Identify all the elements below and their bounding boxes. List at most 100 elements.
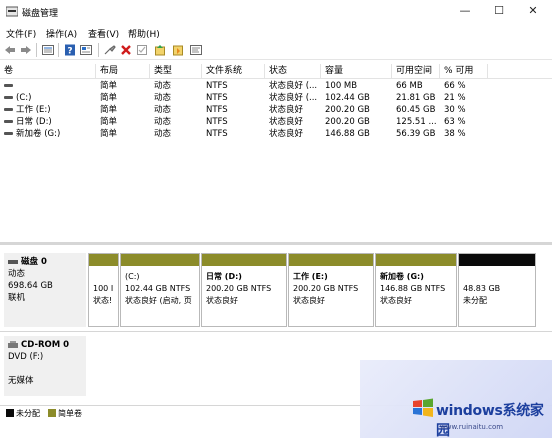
layout-cell: 简单 — [100, 105, 118, 115]
drive-icon — [4, 108, 13, 111]
windows-logo-icon — [413, 398, 433, 417]
properties-icon[interactable] — [80, 44, 92, 56]
volume-cell: 日常 (D:) — [0, 116, 96, 128]
menu-view[interactable]: 查看(V) — [88, 27, 119, 40]
column-percent-free[interactable]: % 可用 — [440, 64, 488, 79]
column-status[interactable]: 状态 — [265, 64, 321, 79]
type-cell: 动态 — [154, 129, 172, 139]
partition-g[interactable]: 新加卷 (G:) 146.88 GB NTFS 状态良好 — [375, 253, 457, 327]
volume-list: 卷 布局 类型 文件系统 状态 容量 可用空间 % 可用 简单 动态 NTFS … — [0, 64, 552, 242]
menu-action[interactable]: 操作(A) — [46, 27, 77, 40]
capacity-cell: 200.20 GB — [325, 117, 370, 127]
table-row[interactable]: 新加卷 (G:) 简单 动态 NTFS 状态良好 146.88 GB 56.39… — [0, 128, 552, 140]
partition-e[interactable]: 工作 (E:) 200.20 GB NTFS 状态良好 — [288, 253, 374, 327]
partition-bar-simple — [121, 254, 199, 266]
column-capacity[interactable]: 容量 — [321, 64, 392, 79]
cdrom-media: 无媒体 — [8, 376, 34, 386]
partition-status: 状态良好 — [206, 296, 238, 305]
check-icon[interactable] — [136, 44, 148, 56]
partition-bar-simple — [202, 254, 286, 266]
table-row[interactable]: 简单 动态 NTFS 状态良好 (... 100 MB 66 MB 66 % — [0, 80, 552, 92]
type-cell: 动态 — [154, 105, 172, 115]
status-cell: 状态良好 — [269, 129, 304, 139]
partition-system[interactable]: 100 I 状态! — [88, 253, 119, 327]
simple-volume-swatch — [48, 409, 56, 417]
partition-status: 状态! — [93, 296, 113, 305]
watermark-url: www.ruinaitu.com — [440, 423, 504, 431]
capacity-cell: 200.20 GB — [325, 105, 370, 115]
table-row[interactable]: (C:) 简单 动态 NTFS 状态良好 (... 102.44 GB 21.8… — [0, 92, 552, 104]
unallocated-swatch — [6, 409, 14, 417]
partition-status: 未分配 — [463, 296, 487, 305]
status-cell: 状态良好 (... — [269, 81, 318, 91]
column-volume[interactable]: 卷 — [0, 64, 96, 79]
disk-management-app-icon — [6, 6, 18, 17]
status-cell: 状态良好 — [269, 105, 304, 115]
connect-icon[interactable] — [104, 44, 116, 56]
layout-cell: 简单 — [100, 93, 118, 103]
cdrom-drive: DVD (F:) — [8, 352, 44, 362]
rescan-icon[interactable] — [172, 44, 184, 56]
partition-d[interactable]: 日常 (D:) 200.20 GB NTFS 状态良好 — [201, 253, 287, 327]
partition-status: 状态良好 — [380, 296, 412, 305]
disk-state: 联机 — [8, 293, 26, 303]
minimize-button[interactable]: — — [448, 0, 482, 24]
percent-free-cell: 30 % — [444, 105, 466, 115]
capacity-cell: 102.44 GB — [325, 93, 370, 103]
filesystem-cell: NTFS — [206, 117, 228, 127]
partition-label: 新加卷 (G:) — [380, 272, 424, 281]
free-space-cell: 125.51 ... — [396, 117, 437, 127]
title-bar: 磁盘管理 — ☐ ✕ — [0, 0, 552, 24]
new-volume-icon[interactable] — [154, 44, 166, 56]
watermark-title: windows系统家园 — [436, 403, 544, 438]
volume-cell — [0, 80, 96, 92]
cdrom-name: CD-ROM 0 — [21, 340, 70, 350]
partition-size: 102.44 GB NTFS — [125, 284, 191, 293]
disk-name: 磁盘 0 — [21, 257, 47, 267]
forward-icon[interactable] — [20, 44, 32, 56]
partition-size: 100 I — [93, 284, 114, 293]
table-row[interactable]: 日常 (D:) 简单 动态 NTFS 状态良好 200.20 GB 125.51… — [0, 116, 552, 128]
back-icon[interactable] — [4, 44, 16, 56]
table-row[interactable]: 工作 (E:) 简单 动态 NTFS 状态良好 200.20 GB 60.45 … — [0, 104, 552, 116]
partition-bar-simple — [289, 254, 373, 266]
filesystem-cell: NTFS — [206, 81, 228, 91]
maximize-button[interactable]: ☐ — [482, 0, 516, 24]
refresh-icon[interactable] — [190, 44, 202, 56]
close-button[interactable]: ✕ — [516, 0, 550, 24]
free-space-cell: 56.39 GB — [396, 129, 436, 139]
drive-icon — [4, 132, 13, 135]
list-icon[interactable] — [42, 44, 54, 56]
type-cell: 动态 — [154, 81, 172, 91]
column-layout[interactable]: 布局 — [96, 64, 150, 79]
cdrom-0-label[interactable]: CD-ROM 0 DVD (F:) 无媒体 — [4, 336, 86, 396]
partition-c[interactable]: (C:) 102.44 GB NTFS 状态良好 (启动, 页 — [120, 253, 200, 327]
partition-size: 146.88 GB NTFS — [380, 284, 446, 293]
filesystem-cell: NTFS — [206, 129, 228, 139]
drive-icon — [4, 120, 13, 123]
layout-cell: 简单 — [100, 117, 118, 127]
volume-cell: 新加卷 (G:) — [0, 128, 96, 140]
capacity-cell: 100 MB — [325, 81, 358, 91]
help-icon[interactable]: ? — [64, 44, 76, 56]
partition-label — [463, 271, 500, 283]
column-free-space[interactable]: 可用空间 — [392, 64, 440, 79]
column-type[interactable]: 类型 — [150, 64, 202, 79]
disk-0-label[interactable]: 磁盘 0 动态 698.64 GB 联机 — [4, 253, 86, 327]
layout-cell: 简单 — [100, 129, 118, 139]
partition-size: 200.20 GB NTFS — [206, 284, 272, 293]
percent-free-cell: 63 % — [444, 117, 466, 127]
column-filesystem[interactable]: 文件系统 — [202, 64, 265, 79]
volume-cell: (C:) — [0, 92, 96, 104]
percent-free-cell: 21 % — [444, 93, 466, 103]
filesystem-cell: NTFS — [206, 93, 228, 103]
layout-cell: 简单 — [100, 81, 118, 91]
partition-bar-simple — [89, 254, 118, 266]
menu-help[interactable]: 帮助(H) — [128, 27, 160, 40]
volume-list-header: 卷 布局 类型 文件系统 状态 容量 可用空间 % 可用 — [0, 64, 552, 79]
partition-unallocated[interactable]: 48.83 GB 未分配 — [458, 253, 536, 327]
volume-cell: 工作 (E:) — [0, 104, 96, 116]
delete-icon[interactable] — [120, 44, 132, 56]
menu-file[interactable]: 文件(F) — [6, 27, 36, 40]
percent-free-cell: 66 % — [444, 81, 466, 91]
